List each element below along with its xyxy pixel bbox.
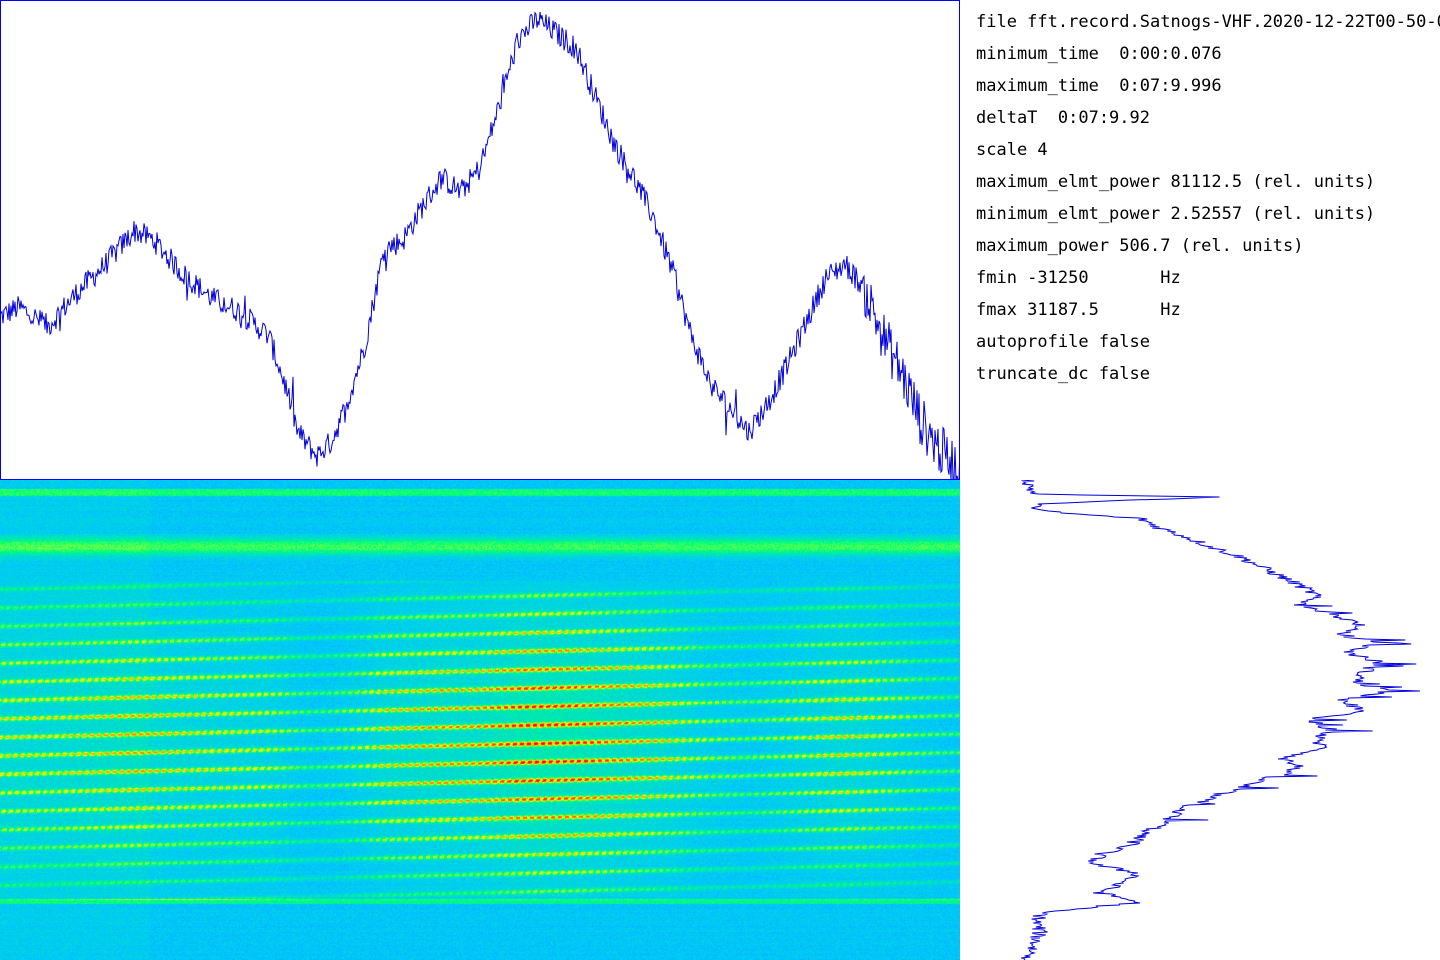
- frequency-profile-trace: [1021, 480, 1421, 960]
- time-plot-frame: [0, 0, 960, 480]
- info-minimum-elmt-power: minimum_elmt_power 2.52557 (rel. units): [976, 204, 1376, 224]
- info-scale: scale 4: [976, 140, 1048, 160]
- info-delta-t: deltaT 0:07:9.92: [976, 108, 1150, 128]
- info-autoprofile: autoprofile false: [976, 332, 1150, 352]
- info-fmax: fmax 31187.5 Hz: [976, 300, 1181, 320]
- spectrogram-waterfall: [0, 480, 960, 960]
- info-panel: file fft.record.Satnogs-VHF.2020-12-22T0…: [976, 10, 1440, 394]
- time-power-plot: [0, 0, 960, 480]
- info-file: file fft.record.Satnogs-VHF.2020-12-22T0…: [976, 12, 1440, 32]
- info-minimum-time: minimum_time 0:00:0.076: [976, 44, 1222, 64]
- info-fmin: fmin -31250 Hz: [976, 268, 1181, 288]
- info-maximum-time: maximum_time 0:07:9.996: [976, 76, 1222, 96]
- info-truncate-dc: truncate_dc false: [976, 364, 1150, 384]
- frequency-profile-plot: [1021, 480, 1421, 960]
- info-maximum-power: maximum_power 506.7 (rel. units): [976, 236, 1304, 256]
- info-maximum-elmt-power: maximum_elmt_power 81112.5 (rel. units): [976, 172, 1376, 192]
